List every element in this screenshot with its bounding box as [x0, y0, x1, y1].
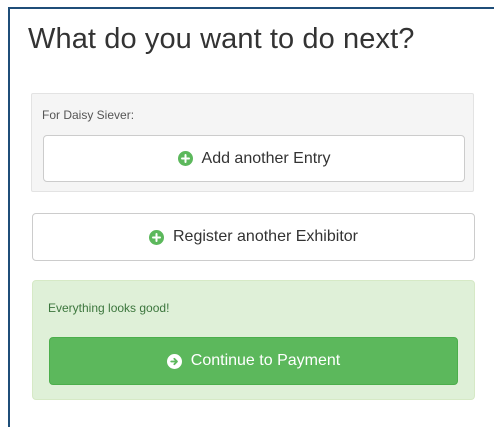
success-alert: Everything looks good! Continue to Payme… [32, 280, 475, 400]
plus-circle-icon [149, 229, 164, 245]
exhibitor-label: For Daisy Siever: [42, 108, 135, 122]
continue-to-payment-button[interactable]: Continue to Payment [49, 337, 458, 385]
arrow-right-circle-icon [166, 353, 182, 369]
register-exhibitor-label: Register another Exhibitor [173, 228, 358, 245]
entry-section: For Daisy Siever: Add another Entry [31, 93, 474, 192]
page-title: What do you want to do next? [28, 23, 415, 55]
status-message: Everything looks good! [48, 301, 170, 315]
add-entry-label: Add another Entry [201, 149, 331, 167]
continue-to-payment-label: Continue to Payment [190, 352, 341, 369]
add-entry-button[interactable]: Add another Entry [43, 135, 465, 182]
plus-circle-icon [177, 151, 193, 166]
register-exhibitor-button[interactable]: Register another Exhibitor [32, 213, 475, 261]
